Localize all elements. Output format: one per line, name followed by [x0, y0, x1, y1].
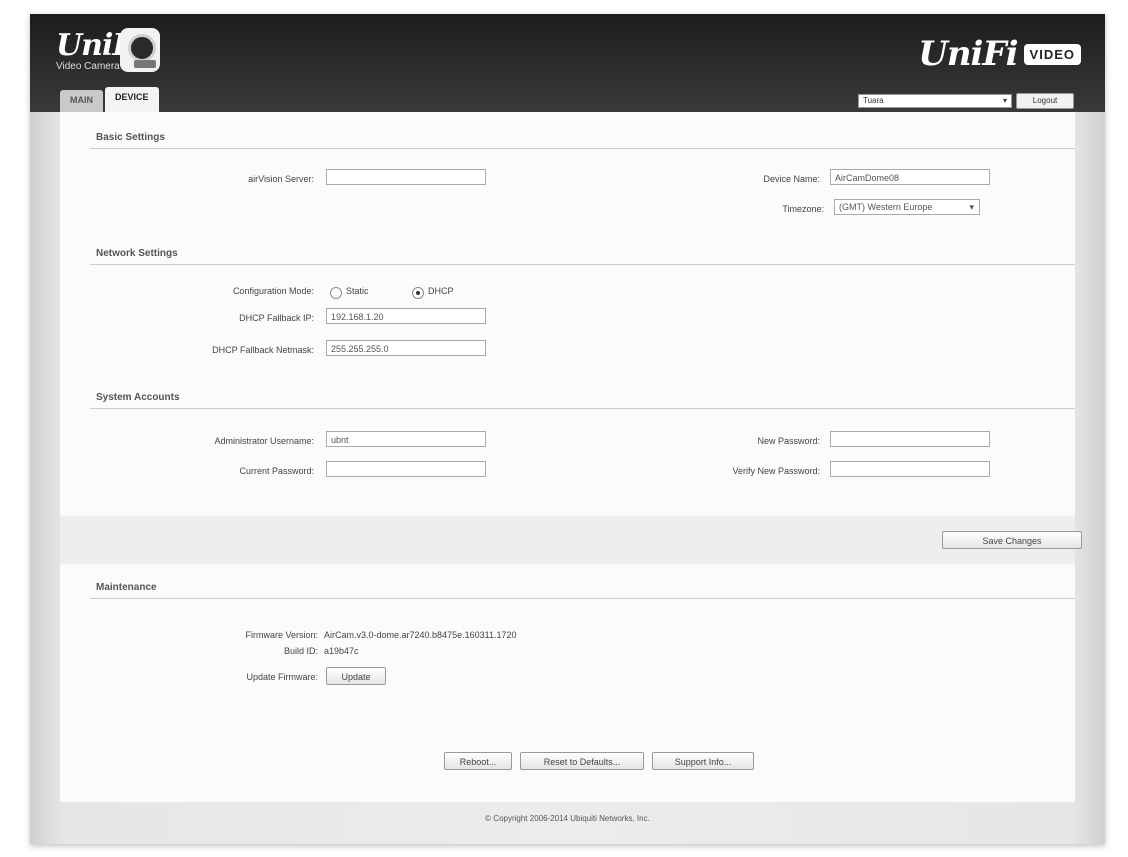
- unifi-video-logo: UniFi VIDEO: [918, 34, 1081, 74]
- radio-dhcp[interactable]: [412, 287, 424, 299]
- logout-button[interactable]: Logout: [1016, 93, 1074, 109]
- window-frame: UniFi Video Camera UniFi VIDEO MAIN DEVI…: [30, 14, 1105, 844]
- chevron-down-icon: ▾: [969, 202, 974, 212]
- fallback-netmask-input[interactable]: 255.255.255.0: [326, 340, 486, 356]
- verify-password-input[interactable]: [830, 461, 990, 477]
- reboot-button[interactable]: Reboot...: [444, 752, 512, 770]
- device-name-label: Device Name:: [763, 174, 820, 184]
- divider: [90, 264, 1075, 265]
- new-password-input[interactable]: [830, 431, 990, 447]
- config-mode-label: Configuration Mode:: [232, 286, 314, 296]
- radio-dhcp-label: DHCP: [428, 286, 454, 296]
- fallback-ip-label: DHCP Fallback IP:: [239, 313, 314, 323]
- fallback-netmask-label: DHCP Fallback Netmask:: [212, 345, 314, 355]
- copyright-footer: © Copyright 2006-2014 Ubiquiti Networks,…: [485, 814, 650, 823]
- chevron-down-icon: ▾: [1002, 96, 1007, 105]
- timezone-select[interactable]: (GMT) Western Europe ▾: [834, 199, 980, 215]
- radio-static[interactable]: [330, 287, 342, 299]
- current-password-input[interactable]: [326, 461, 486, 477]
- divider: [90, 148, 1075, 149]
- section-title-network: Network Settings: [96, 248, 178, 259]
- update-button[interactable]: Update: [326, 667, 386, 685]
- admin-username-label: Administrator Username:: [214, 436, 314, 446]
- language-select[interactable]: Tuara ▾: [858, 94, 1012, 108]
- section-title-maintenance: Maintenance: [96, 582, 157, 593]
- section-title-accounts: System Accounts: [96, 392, 180, 403]
- build-id-value: a19b47c: [324, 646, 359, 656]
- new-password-label: New Password:: [757, 436, 820, 446]
- tab-main[interactable]: MAIN: [60, 90, 103, 112]
- nvr-server-label: airVision Server:: [248, 174, 314, 184]
- tab-device[interactable]: DEVICE: [105, 87, 159, 112]
- nvr-server-input[interactable]: [326, 169, 486, 185]
- divider: [90, 408, 1075, 409]
- section-title-basic: Basic Settings: [96, 132, 165, 143]
- build-id-label: Build ID:: [283, 646, 318, 656]
- support-info-button[interactable]: Support Info...: [652, 752, 754, 770]
- save-changes-button[interactable]: Save Changes: [942, 531, 1082, 549]
- reset-defaults-button[interactable]: Reset to Defaults...: [520, 752, 644, 770]
- current-password-label: Current Password:: [239, 466, 314, 476]
- admin-username-input[interactable]: ubnt: [326, 431, 486, 447]
- verify-password-label: Verify New Password:: [732, 466, 820, 476]
- timezone-label: Timezone:: [782, 204, 824, 214]
- camera-icon: [120, 28, 160, 72]
- firmware-version-value: AirCam.v3.0-dome.ar7240.b8475e.160311.17…: [324, 630, 517, 640]
- save-bar: Save Changes: [60, 516, 1082, 564]
- radio-static-label: Static: [346, 286, 369, 296]
- tab-bar: MAIN DEVICE: [60, 87, 159, 112]
- device-settings-panel: Basic Settings airVision Server: Device …: [60, 112, 1082, 802]
- header-bar: UniFi Video Camera UniFi VIDEO MAIN DEVI…: [30, 14, 1105, 112]
- fallback-ip-input[interactable]: 192.168.1.20: [326, 308, 486, 324]
- firmware-version-label: Firmware Version:: [245, 630, 318, 640]
- divider: [90, 598, 1075, 599]
- update-firmware-label: Update Firmware:: [246, 672, 318, 682]
- device-name-input[interactable]: AirCamDome08: [830, 169, 990, 185]
